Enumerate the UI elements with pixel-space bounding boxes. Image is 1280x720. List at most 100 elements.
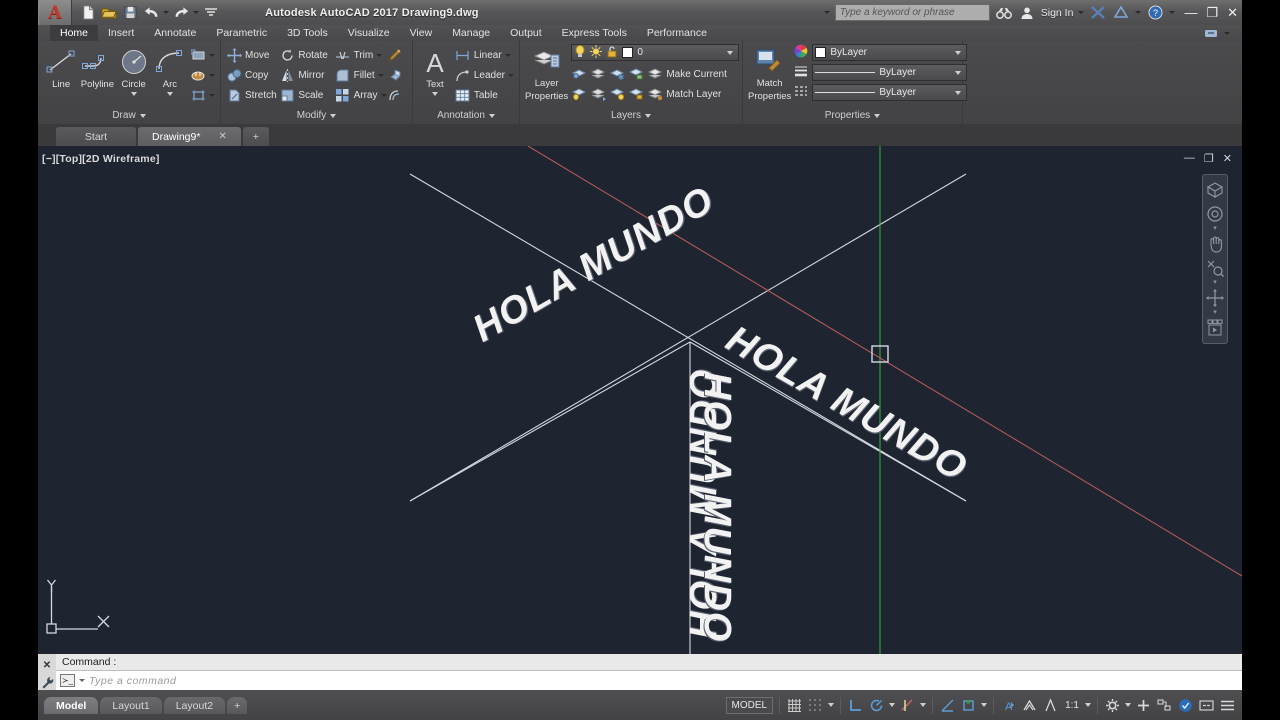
lineweight-icon[interactable] <box>794 64 808 81</box>
color-property-combo[interactable]: ByLayer <box>812 44 968 61</box>
draw-circle-button[interactable]: Circle <box>116 45 152 96</box>
new-file-icon[interactable] <box>79 4 97 22</box>
modify-scale-button[interactable]: Scale <box>279 85 334 105</box>
current-layer-dropdown-icon[interactable] <box>727 50 734 55</box>
modify-trim-button[interactable]: Trim <box>335 45 388 65</box>
rectangle-dropdown-icon[interactable] <box>209 53 215 57</box>
ribbon-tab-manage[interactable]: Manage <box>442 25 500 41</box>
clean-screen-icon[interactable] <box>1198 697 1215 714</box>
match-layer-icon[interactable] <box>647 86 663 102</box>
panel-properties-expand-icon[interactable] <box>874 114 881 118</box>
linetype-property-combo[interactable]: ByLayer <box>812 84 968 101</box>
file-tab-close-icon[interactable]: ✕ <box>218 131 226 142</box>
text-dropdown-icon[interactable] <box>431 92 438 96</box>
scale-dropdown-icon[interactable] <box>1085 703 1091 707</box>
minimize-button[interactable]: — <box>1184 6 1197 19</box>
annotation-visibility-icon[interactable]: A <box>1000 697 1017 714</box>
annotation-leader-button[interactable]: Leader <box>455 65 514 85</box>
graphics-performance-icon[interactable] <box>1177 697 1194 714</box>
region-dropdown-icon[interactable] <box>209 93 215 97</box>
color-property-dropdown-icon[interactable] <box>955 50 962 55</box>
model-space-button[interactable]: MODEL <box>725 696 774 714</box>
object-snap-tracking-icon[interactable] <box>939 697 956 714</box>
ribbon-tab-insert[interactable]: Insert <box>98 25 144 41</box>
lightbulb-icon[interactable] <box>574 44 586 61</box>
hamburger-menu-icon[interactable] <box>1219 697 1236 714</box>
modify-explode-button[interactable] <box>388 65 407 85</box>
ortho-mode-icon[interactable] <box>847 697 864 714</box>
modify-fillet-button[interactable]: Fillet <box>335 65 388 85</box>
new-layout-button[interactable]: + <box>227 697 248 714</box>
command-close-icon[interactable]: ✕ <box>43 660 51 671</box>
panel-layers-title[interactable]: Layers <box>520 108 742 124</box>
color-wheel-icon[interactable] <box>794 44 808 61</box>
draw-arc-button[interactable]: Arc <box>152 45 188 96</box>
draw-region-button[interactable] <box>190 85 215 105</box>
a360-dropdown-icon[interactable] <box>1135 11 1142 14</box>
isolate-objects-icon[interactable] <box>1156 697 1173 714</box>
layer-previous-icon[interactable] <box>590 86 606 102</box>
file-tab-drawing9[interactable]: Drawing9* ✕ <box>138 127 241 146</box>
zoom-extents-icon[interactable] <box>1204 257 1226 279</box>
match-properties-button[interactable]: Match Properties <box>748 44 791 102</box>
snap-mode-icon[interactable] <box>807 697 824 714</box>
orbit-icon[interactable] <box>1204 287 1226 309</box>
sign-in-dropdown-icon[interactable] <box>1078 11 1085 14</box>
customization-plus-icon[interactable] <box>1135 697 1152 714</box>
lock-icon[interactable] <box>606 45 618 61</box>
array-dropdown-icon[interactable] <box>380 93 387 97</box>
annotation-linear-button[interactable]: Linear <box>455 45 514 65</box>
close-button[interactable]: ✕ <box>1227 6 1238 19</box>
ribbon-tab-3d-tools[interactable]: 3D Tools <box>277 25 338 41</box>
panel-layers-expand-icon[interactable] <box>645 114 651 118</box>
layer-unlock-icon[interactable] <box>628 86 644 102</box>
annotation-table-button[interactable]: Table <box>455 85 514 105</box>
command-prompt-icon[interactable]: ≻_ <box>60 674 75 687</box>
workspace-switch-icon[interactable] <box>1202 24 1220 42</box>
view-cube-icon[interactable] <box>1204 179 1226 201</box>
osnap-dropdown-icon[interactable] <box>920 703 927 707</box>
binoculars-search-icon[interactable] <box>995 4 1013 22</box>
layout-tab-layout2[interactable]: Layout2 <box>163 697 226 714</box>
showmotion-icon[interactable] <box>1204 317 1226 339</box>
layer-on-icon[interactable] <box>571 86 587 102</box>
ribbon-tab-view[interactable]: View <box>400 25 443 41</box>
polar-dropdown-icon[interactable] <box>889 703 896 707</box>
hatch-dropdown-icon[interactable] <box>209 73 215 77</box>
sun-freeze-icon[interactable] <box>590 44 603 61</box>
search-input[interactable]: Type a keyword or phrase <box>834 4 990 21</box>
make-current-icon[interactable] <box>647 66 663 82</box>
command-input[interactable]: Type a command <box>89 675 176 687</box>
draw-polyline-button[interactable]: Polyline <box>79 45 115 90</box>
trim-dropdown-icon[interactable] <box>376 53 383 57</box>
workspace-dropdown-icon[interactable] <box>1125 703 1131 707</box>
new-file-tab-button[interactable]: + <box>242 127 269 146</box>
polar-tracking-icon[interactable] <box>868 697 885 714</box>
draw-line-button[interactable]: Line <box>43 45 79 90</box>
panel-modify-expand-icon[interactable] <box>330 114 337 118</box>
object-snap-icon[interactable] <box>899 697 916 714</box>
layout-tab-layout1[interactable]: Layout1 <box>100 697 162 714</box>
grid-display-icon[interactable] <box>786 697 803 714</box>
drawing-canvas[interactable]: [−][Top][2D Wireframe] — ❐ ✕ HOLA MUNDO … <box>38 146 1242 654</box>
modify-array-button[interactable]: Array <box>335 85 388 105</box>
layer-unisolate-icon[interactable] <box>590 66 606 82</box>
sign-in-button[interactable]: Sign In <box>1041 7 1074 19</box>
current-layer-combo[interactable]: 0 <box>571 44 740 61</box>
ribbon-tab-annotate[interactable]: Annotate <box>144 25 206 41</box>
layout-tab-model[interactable]: Model <box>44 697 99 714</box>
leader-dropdown-icon[interactable] <box>508 73 514 77</box>
command-prompt-dropdown-icon[interactable] <box>79 679 85 682</box>
ribbon-tab-parametric[interactable]: Parametric <box>206 25 277 41</box>
snap-dropdown-icon[interactable] <box>828 703 835 707</box>
restore-button[interactable]: ❐ <box>1206 6 1218 19</box>
lineweight-property-combo[interactable]: ByLayer <box>812 64 968 81</box>
modify-offset-button[interactable] <box>388 85 407 105</box>
lineweight-property-dropdown-icon[interactable] <box>955 70 962 75</box>
modify-mirror-button[interactable]: Mirror <box>279 65 334 85</box>
panel-annotation-title[interactable]: Annotation <box>413 108 519 124</box>
layer-thaw-icon[interactable] <box>609 86 625 102</box>
dynamic-ucs-dropdown-icon[interactable] <box>981 703 988 707</box>
workspace-gear-icon[interactable] <box>1104 697 1121 714</box>
modify-stretch-button[interactable]: Stretch <box>226 85 279 105</box>
